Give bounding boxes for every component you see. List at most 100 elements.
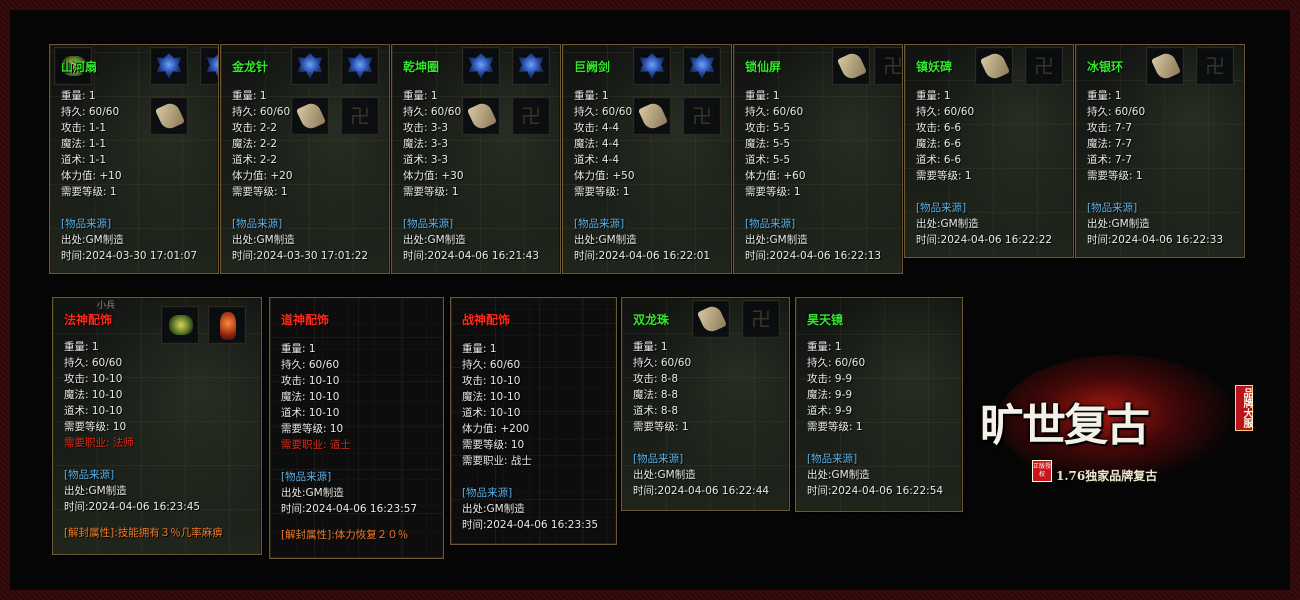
- logo-subtitle: 1.76独家品牌复古: [1056, 469, 1158, 483]
- armor-item-icon[interactable]: [512, 47, 550, 85]
- stat-magic: 魔法: 4-4: [574, 138, 620, 150]
- stat-weight: 重量: 1: [232, 90, 267, 102]
- item-tooltip-qiankun-ring: 乾坤圈 重量: 1 持久: 60/60 攻击: 3-3 魔法: 3-3 道术: …: [391, 44, 561, 274]
- stat-taoism: 道术: 3-3: [403, 154, 449, 166]
- empty-slot-icon[interactable]: [1025, 47, 1063, 85]
- source-origin: 出处:GM制造: [403, 234, 466, 246]
- source-time: 时间:2024-04-06 16:23:45: [64, 501, 201, 513]
- armor-item-icon[interactable]: [291, 47, 329, 85]
- source-origin: 出处:GM制造: [61, 234, 124, 246]
- source-time: 时间:2024-04-06 16:22:13: [745, 250, 882, 262]
- armor-item-icon[interactable]: [683, 47, 721, 85]
- empty-slot-icon[interactable]: [874, 47, 902, 85]
- stat-weight: 重量: 1: [61, 90, 96, 102]
- source-title: [物品来源]: [462, 487, 513, 499]
- item-name: 法神配饰: [64, 313, 113, 327]
- stat-attack: 攻击: 2-2: [232, 122, 278, 134]
- stat-class-req: 需要职业: 法师: [64, 437, 134, 449]
- stat-weight: 重量: 1: [1087, 90, 1122, 102]
- stat-taoism: 道术: 1-1: [61, 154, 107, 166]
- stat-durability: 持久: 60/60: [64, 357, 123, 369]
- stat-level-req: 需要等级: 1: [574, 186, 630, 198]
- item-stats: 重量: 1 持久: 60/60 攻击: 3-3 魔法: 3-3 道术: 3-3 …: [403, 88, 539, 264]
- armor-item-icon[interactable]: [150, 47, 188, 85]
- stat-weight: 重量: 1: [633, 341, 668, 353]
- item-name: 山河扇: [61, 60, 98, 74]
- stat-durability: 持久: 60/60: [807, 357, 866, 369]
- stat-magic: 魔法: 10-10: [462, 391, 521, 403]
- stat-hp: 体力值: +60: [745, 170, 806, 182]
- armor-item-icon[interactable]: [341, 47, 379, 85]
- stat-hp: 体力值: +30: [403, 170, 464, 182]
- stat-taoism: 道术: 9-9: [807, 405, 853, 417]
- source-origin: 出处:GM制造: [633, 469, 696, 481]
- stat-magic: 魔法: 6-6: [916, 138, 962, 150]
- stat-attack: 攻击: 8-8: [633, 373, 679, 385]
- stat-taoism: 道术: 7-7: [1087, 154, 1133, 166]
- logo-badge: 品牌大服: [1235, 385, 1253, 431]
- source-title: [物品来源]: [64, 469, 115, 481]
- stat-level-req: 需要等级: 1: [807, 421, 863, 433]
- armor-item-icon[interactable]: [200, 47, 218, 85]
- item-stats: 重量: 1 持久: 60/60 攻击: 9-9 魔法: 9-9 道术: 9-9 …: [807, 339, 943, 499]
- item-name: 冰银环: [1087, 60, 1124, 74]
- item-tooltip-daoshen-accessory: 道神配饰 重量: 1 持久: 60/60 攻击: 10-10 魔法: 10-10…: [269, 297, 444, 559]
- item-name: 金龙针: [232, 60, 269, 74]
- stat-taoism: 道术: 5-5: [745, 154, 791, 166]
- item-stats: 重量: 1 持久: 60/60 攻击: 6-6 魔法: 6-6 道术: 6-6 …: [916, 88, 1052, 248]
- source-time: 时间:2024-03-30 17:01:07: [61, 250, 198, 262]
- source-title: [物品来源]: [281, 471, 332, 483]
- stat-taoism: 道术: 2-2: [232, 154, 278, 166]
- source-title: [物品来源]: [633, 453, 684, 465]
- item-name: 镇妖碑: [916, 60, 953, 74]
- source-time: 时间:2024-04-06 16:22:01: [574, 250, 711, 262]
- stat-magic: 魔法: 9-9: [807, 389, 853, 401]
- armor-item-icon[interactable]: [633, 47, 671, 85]
- stat-magic: 魔法: 10-10: [64, 389, 123, 401]
- stat-taoism: 道术: 6-6: [916, 154, 962, 166]
- empty-slot-icon[interactable]: [742, 300, 780, 338]
- source-title: [物品来源]: [403, 218, 454, 230]
- item-name: 锁仙屏: [745, 60, 782, 74]
- scroll-item-icon[interactable]: [975, 47, 1013, 85]
- source-time: 时间:2024-04-06 16:22:22: [916, 234, 1053, 246]
- unseal-attribute: [解封属性]:技能拥有３％几率麻痹: [64, 527, 223, 539]
- source-time: 时间:2024-04-06 16:22:33: [1087, 234, 1224, 246]
- item-name: 昊天镜: [807, 313, 844, 327]
- source-title: [物品来源]: [807, 453, 858, 465]
- scroll-item-icon[interactable]: [832, 47, 870, 85]
- stat-magic: 魔法: 10-10: [281, 391, 340, 403]
- stat-durability: 持久: 60/60: [403, 106, 462, 118]
- stat-attack: 攻击: 9-9: [807, 373, 853, 385]
- item-name: 巨阙剑: [574, 60, 611, 74]
- stat-weight: 重量: 1: [574, 90, 609, 102]
- scroll-item-icon[interactable]: [692, 300, 730, 338]
- stat-durability: 持久: 60/60: [916, 106, 975, 118]
- stat-level-req: 需要等级: 1: [403, 186, 459, 198]
- item-stats: 重量: 1 持久: 60/60 攻击: 5-5 魔法: 5-5 道术: 5-5 …: [745, 88, 881, 264]
- stat-weight: 重量: 1: [807, 341, 842, 353]
- empty-slot-icon[interactable]: [1196, 47, 1234, 85]
- stat-attack: 攻击: 6-6: [916, 122, 962, 134]
- unseal-attribute: [解封属性]:体力恢复２０％: [281, 529, 409, 541]
- item-tooltip-jinlong-needle: 金龙针 重量: 1 持久: 60/60 攻击: 2-2 魔法: 2-2 道术: …: [220, 44, 390, 274]
- scroll-item-icon[interactable]: [1146, 47, 1184, 85]
- mob-tag: 小兵: [97, 301, 116, 311]
- item-tooltip-bingyin-ring: 冰银环 重量: 1 持久: 60/60 攻击: 7-7 魔法: 7-7 道术: …: [1075, 44, 1245, 258]
- armor-item-icon[interactable]: [462, 47, 500, 85]
- stat-attack: 攻击: 7-7: [1087, 122, 1133, 134]
- source-time: 时间:2024-03-30 17:01:22: [232, 250, 369, 262]
- stat-level-req: 需要等级: 10: [462, 439, 525, 451]
- source-title: [物品来源]: [916, 202, 967, 214]
- stat-durability: 持久: 60/60: [1087, 106, 1146, 118]
- stat-weight: 重量: 1: [462, 343, 497, 355]
- stat-weight: 重量: 1: [916, 90, 951, 102]
- logo-seal: 正版授权: [1032, 460, 1052, 482]
- stat-taoism: 道术: 10-10: [462, 407, 521, 419]
- stat-class-req: 需要职业: 道士: [281, 439, 351, 451]
- stat-durability: 持久: 60/60: [633, 357, 692, 369]
- stat-hp: 体力值: +20: [232, 170, 293, 182]
- stat-magic: 魔法: 5-5: [745, 138, 791, 150]
- stat-level-req: 需要等级: 10: [64, 421, 127, 433]
- stat-durability: 持久: 60/60: [462, 359, 521, 371]
